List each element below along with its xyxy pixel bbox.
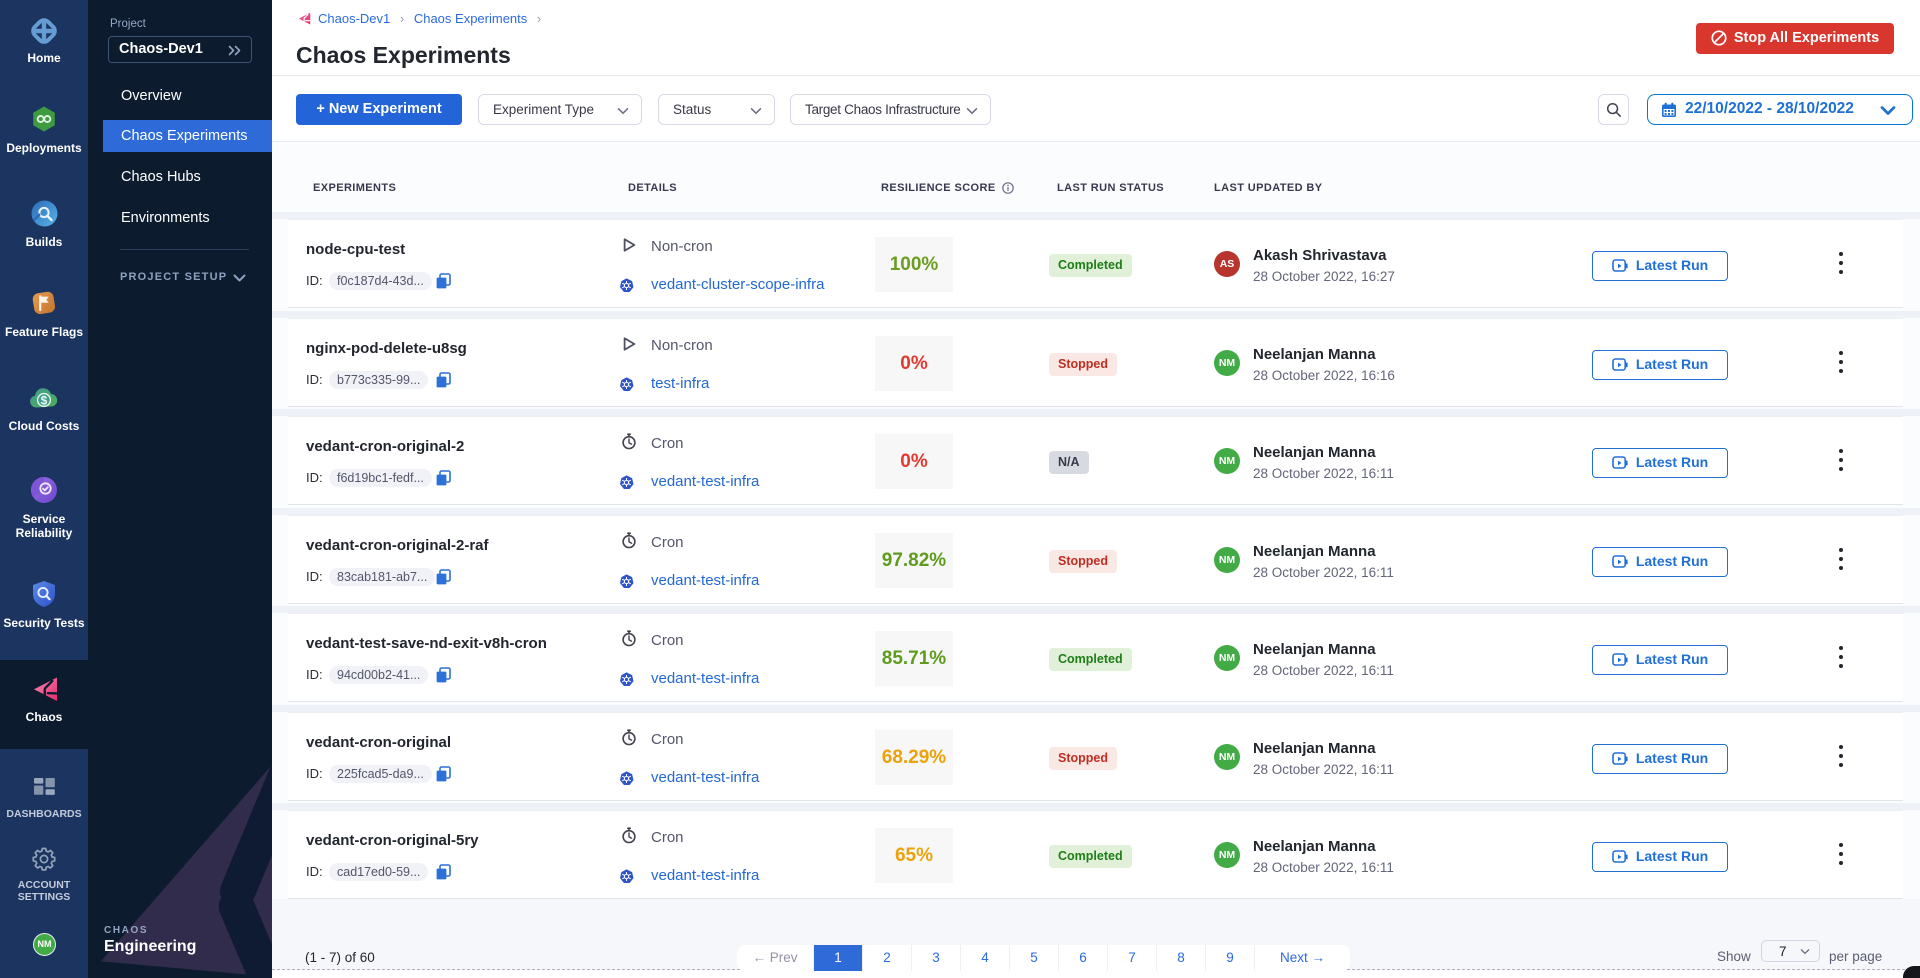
svg-text:$: $ xyxy=(41,393,48,407)
